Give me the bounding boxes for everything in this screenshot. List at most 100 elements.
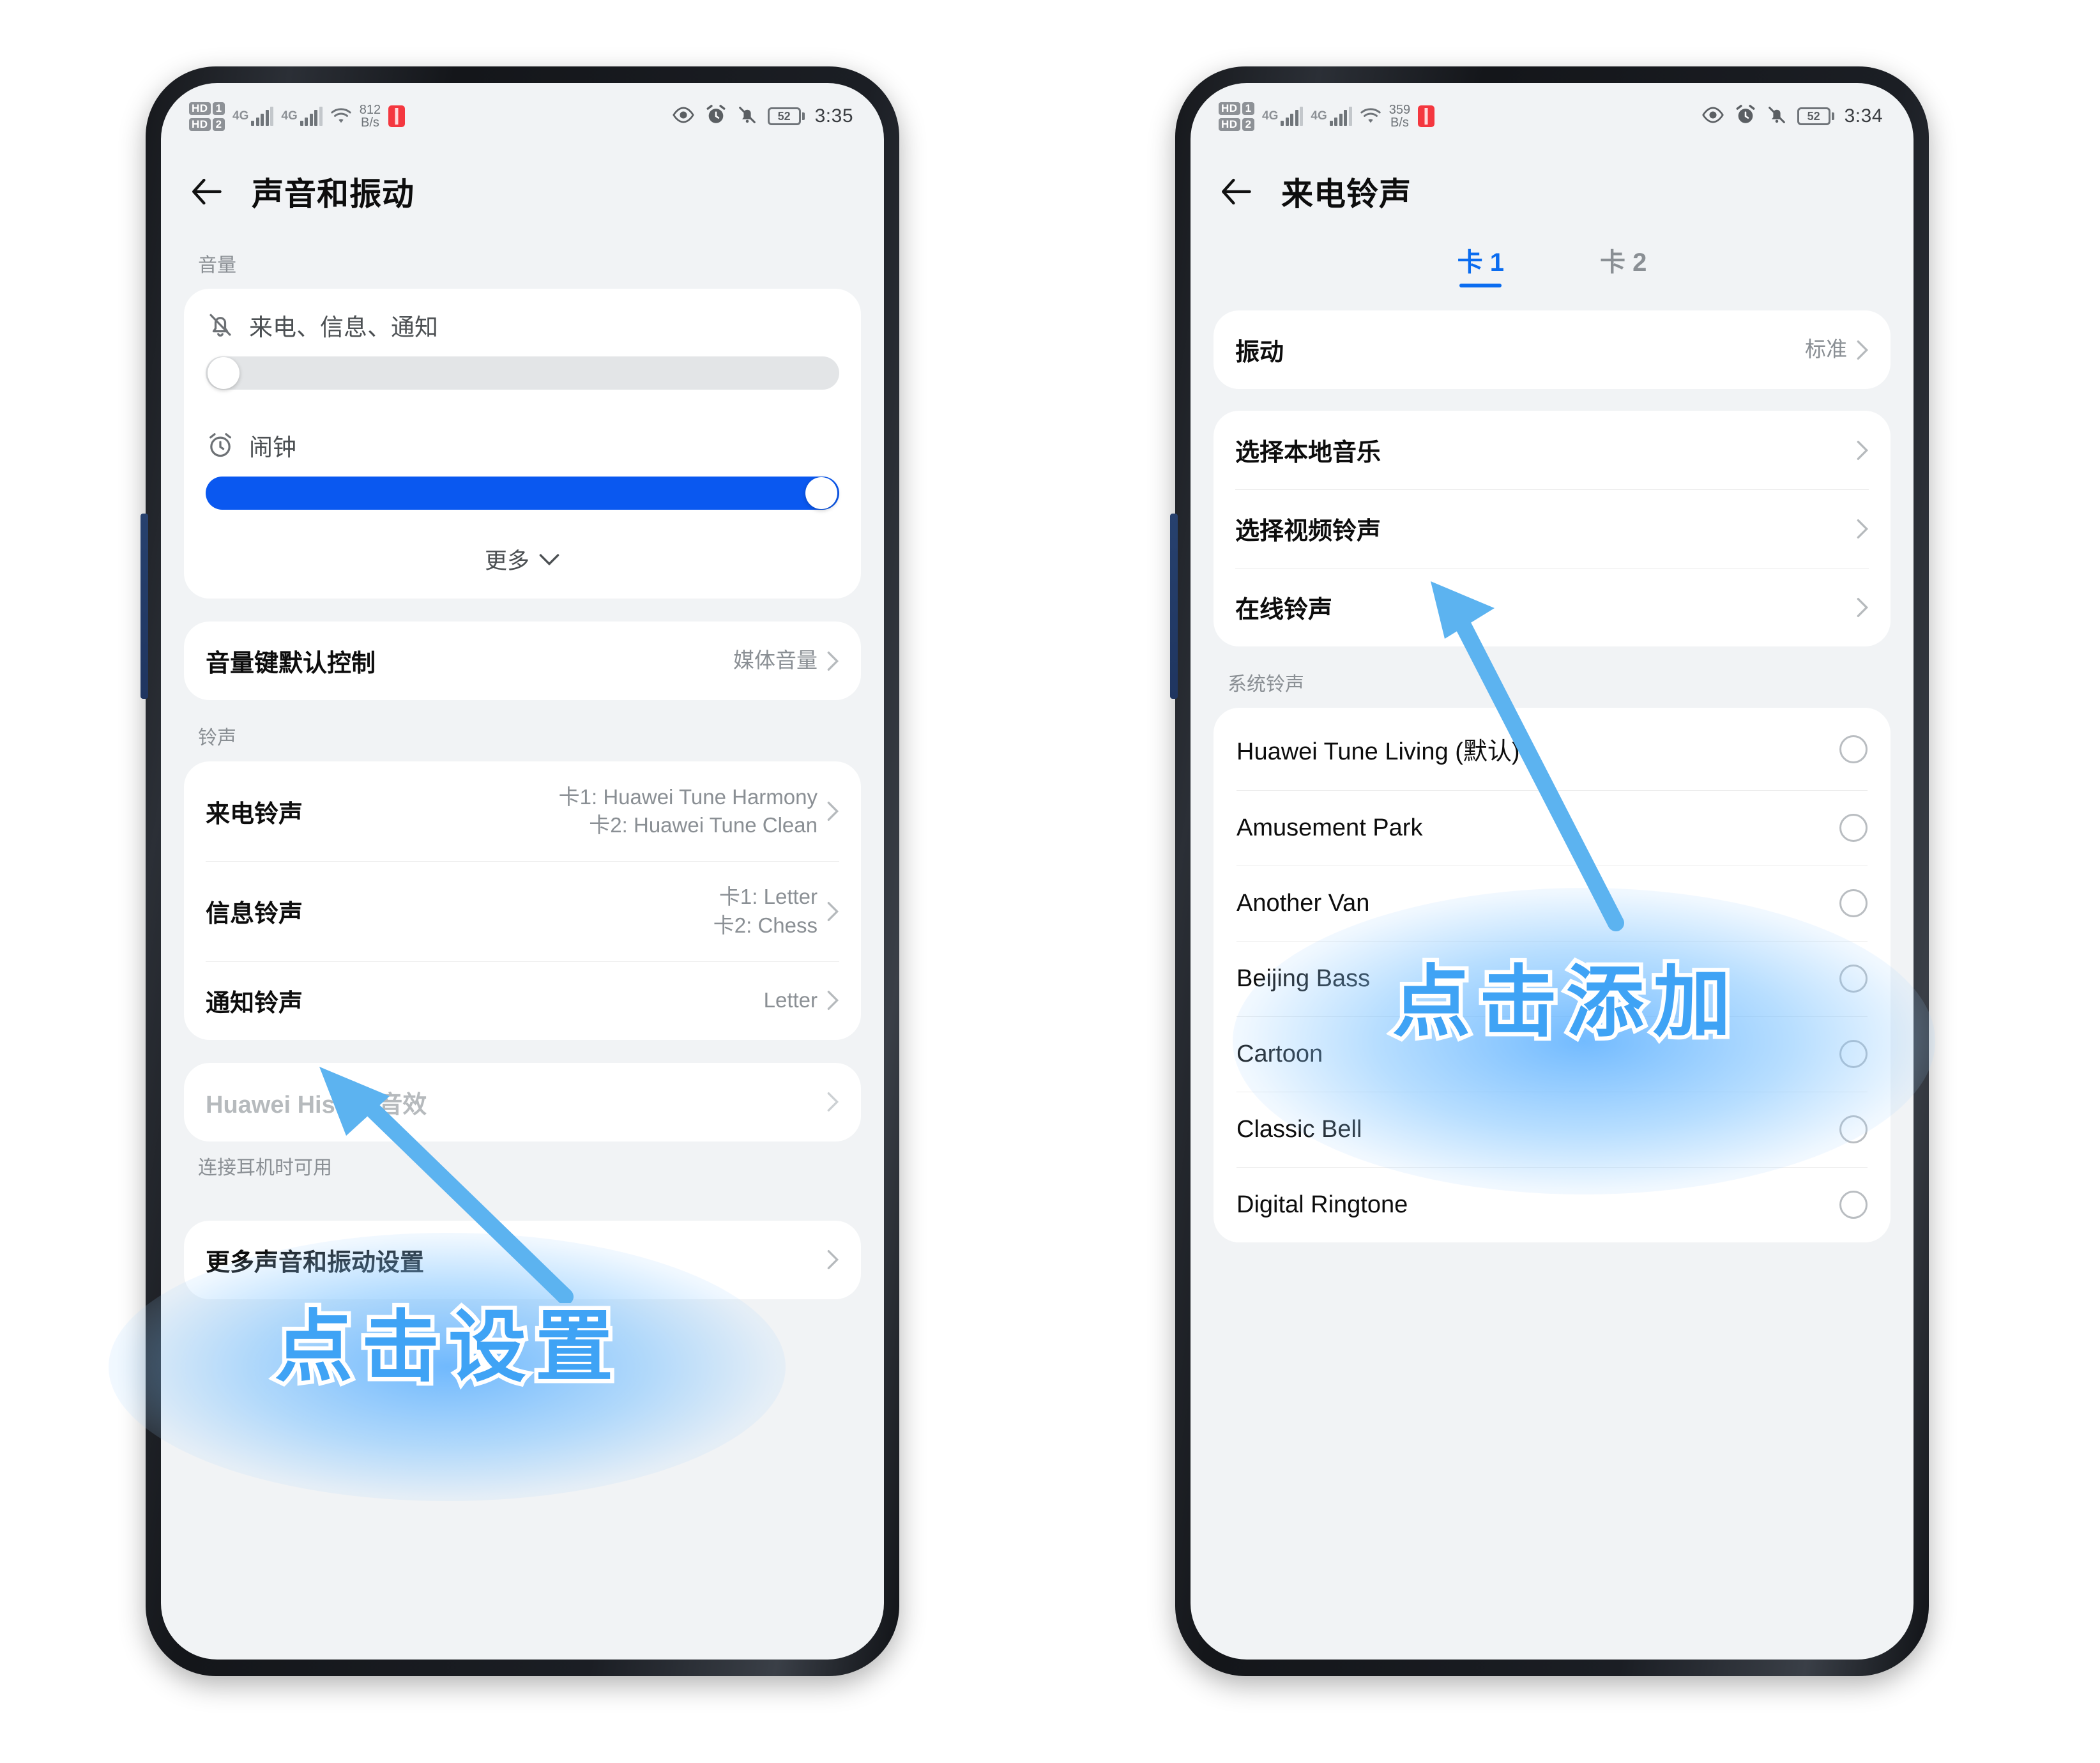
row-title: 来电铃声 (206, 800, 303, 828)
radio-button[interactable] (1839, 965, 1868, 993)
tab-sim-2[interactable]: 卡 2 (1600, 241, 1647, 287)
row-volume-key-default[interactable]: 音量键默认控制 媒体音量 (184, 622, 861, 700)
list-item[interactable]: Cartoon (1214, 1016, 1891, 1092)
bell-off-icon (206, 310, 235, 340)
hd-label-2: HD (189, 118, 211, 131)
network-speed-indicator: 812 B/s (360, 103, 381, 129)
row-incoming-call-ringtone[interactable]: 来电铃声 卡1: Huawei Tune Harmony 卡2: Huawei … (184, 761, 861, 861)
wifi-icon (1360, 107, 1381, 126)
sim-number-1: 1 (1242, 102, 1255, 115)
signal-bars-2 (1329, 107, 1352, 126)
bell-off-icon (737, 104, 757, 129)
radio-button[interactable] (1839, 814, 1868, 842)
row-more-sound-settings[interactable]: 更多声音和振动设置 (184, 1221, 861, 1299)
status-left-group: HD 1 HD 2 4G 4G (1219, 102, 1435, 131)
volume-card: 来电、信息、通知 闹钟 更多 (184, 289, 861, 599)
screenshot-stage: HD 1 HD 2 4G 4G 812 B/s 52 3:35 声音和振动 音量… (0, 0, 2100, 1763)
volume-key-card: 音量键默认控制 媒体音量 (184, 622, 861, 700)
tone-name: Huawei Tune Living (默认) (1236, 738, 1520, 765)
status-bar-right: HD 1 HD 2 4G 4G 359 B/s 52 3:34 (1191, 83, 1914, 149)
radio-button[interactable] (1839, 735, 1868, 763)
hd-sim2-icon: HD 2 (189, 118, 225, 131)
radio-button[interactable] (1839, 1191, 1868, 1219)
row-title: 在线铃声 (1235, 597, 1333, 623)
chevron-right-icon (1856, 597, 1869, 618)
row-online-ringtone[interactable]: 在线铃声 (1214, 568, 1891, 646)
row-title: 通知铃声 (206, 989, 303, 1017)
back-arrow-icon[interactable] (1219, 174, 1253, 209)
ringtone-card: 来电铃声 卡1: Huawei Tune Harmony 卡2: Huawei … (184, 761, 861, 1040)
row-title: Huawei Histen 音效 (206, 1091, 427, 1118)
row-notification-ringtone[interactable]: 通知铃声 Letter (184, 961, 861, 1040)
list-item[interactable]: Amusement Park (1214, 790, 1891, 866)
list-item[interactable]: Beijing Bass (1214, 941, 1891, 1016)
radio-button[interactable] (1839, 889, 1868, 917)
histen-subtitle: 连接耳机时可用 (198, 1157, 332, 1179)
status-right-group: 52 3:35 (672, 104, 853, 129)
radio-button[interactable] (1839, 1040, 1868, 1068)
status-clock: 3:35 (814, 105, 853, 126)
row-title: 振动 (1235, 339, 1284, 366)
chevron-down-icon (538, 547, 560, 572)
row-value: 标准 (1805, 337, 1847, 362)
row-select-local-music[interactable]: 选择本地音乐 (1214, 411, 1891, 489)
battery-level: 52 (777, 109, 791, 123)
phone-screen-left: HD 1 HD 2 4G 4G 812 B/s 52 3:35 声音和振动 音量… (161, 83, 884, 1660)
network-type-2: 4G (1311, 109, 1327, 123)
slider-knob[interactable] (208, 357, 240, 389)
network-speed-indicator: 359 B/s (1389, 103, 1410, 129)
volume-slider-alarm[interactable] (206, 477, 839, 510)
network-type-2: 4G (281, 109, 298, 123)
histen-card: Huawei Histen 音效 (184, 1062, 861, 1141)
alarm-clock-icon (1735, 104, 1756, 129)
row-huawei-histen: Huawei Histen 音效 (184, 1063, 861, 1141)
power-button-left[interactable] (141, 514, 148, 699)
slider-knob[interactable] (805, 477, 837, 509)
app-header-right: 来电铃声 (1191, 149, 1914, 227)
chevron-right-icon (826, 1091, 839, 1113)
hd-sim2-icon: HD 2 (1219, 118, 1255, 131)
list-item[interactable]: Huawei Tune Living (默认) (1214, 708, 1891, 790)
row-vibration[interactable]: 振动 标准 (1214, 310, 1891, 389)
ringtone-sources-card: 选择本地音乐 选择视频铃声 在线铃声 (1214, 411, 1891, 646)
status-right-group: 52 3:34 (1701, 104, 1883, 129)
status-bar-left: HD 1 HD 2 4G 4G 812 B/s 52 3:35 (161, 83, 884, 149)
back-arrow-icon[interactable] (189, 174, 224, 209)
eye-comfort-icon (672, 105, 695, 128)
tone-name: Another Van (1236, 889, 1370, 917)
row-title: 选择视频铃声 (1235, 518, 1381, 545)
row-message-ringtone[interactable]: 信息铃声 卡1: Letter 卡2: Chess (184, 861, 861, 961)
list-item[interactable]: Classic Bell (1214, 1092, 1891, 1167)
hd-label-1: HD (189, 102, 211, 115)
bookmark-app-icon (388, 105, 406, 127)
tab-sim-1[interactable]: 卡 1 (1457, 241, 1504, 287)
tone-name: Beijing Bass (1236, 965, 1371, 992)
status-left-group: HD 1 HD 2 4G 4G (189, 102, 406, 131)
row-select-video-ringtone[interactable]: 选择视频铃声 (1214, 489, 1891, 568)
chevron-right-icon (826, 800, 839, 822)
sim-number-2: 2 (212, 118, 225, 131)
volume-slider-ringtone[interactable] (206, 356, 839, 390)
power-button-right[interactable] (1170, 514, 1178, 699)
hd-label-2: HD (1219, 118, 1240, 131)
list-item[interactable]: Another Van (1214, 866, 1891, 941)
list-item[interactable]: Digital Ringtone (1214, 1167, 1891, 1242)
page-title: 声音和振动 (252, 176, 415, 212)
network-type-1: 4G (232, 109, 249, 123)
battery-level: 52 (1807, 109, 1820, 123)
expand-more-button[interactable]: 更多 (184, 529, 861, 599)
row-title: 选择本地音乐 (1235, 439, 1381, 466)
row-title: 信息铃声 (206, 901, 303, 928)
app-header-left: 声音和振动 (161, 149, 884, 227)
sim-tabs: 卡 1 卡 2 (1191, 227, 1914, 294)
row-title: 更多声音和振动设置 (206, 1249, 425, 1276)
page-title: 来电铃声 (1281, 176, 1411, 212)
signal-bars-1 (251, 107, 274, 126)
section-label-system-ringtones: 系统铃声 (1228, 674, 1304, 695)
tone-name: Amusement Park (1236, 814, 1423, 841)
signal-sim1-icon: 4G (232, 107, 274, 126)
radio-button[interactable] (1839, 1115, 1868, 1143)
bell-off-icon (1767, 104, 1787, 129)
phone-screen-right: HD 1 HD 2 4G 4G 359 B/s 52 3:34 来电铃声 卡 1… (1191, 83, 1914, 1660)
row-value: 卡1: Huawei Tune Harmony 卡2: Huawei Tune … (558, 785, 818, 837)
